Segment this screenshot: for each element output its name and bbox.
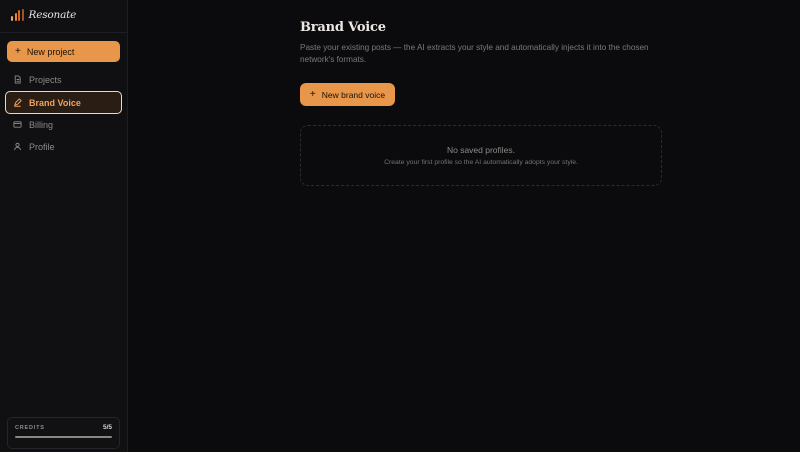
app-shell: Resonate + New project Projects Brand Vo… [0, 0, 800, 452]
new-project-button[interactable]: + New project [7, 41, 120, 62]
app-name: Resonate [28, 9, 77, 21]
sidebar-item-brand-voice[interactable]: Brand Voice [5, 91, 122, 114]
brand[interactable]: Resonate [11, 9, 76, 21]
empty-state-subtitle: Create your first profile so the AI auto… [384, 159, 578, 166]
credits-progress-fill [15, 436, 112, 438]
credits-header: CREDITS 5/5 [15, 424, 112, 431]
sidebar-item-label: Brand Voice [29, 97, 81, 108]
pen-icon [14, 98, 22, 107]
empty-state-title: No saved profiles. [446, 145, 516, 155]
main-content: Brand Voice Paste your existing posts — … [128, 0, 800, 452]
sidebar-item-label: Projects [29, 74, 62, 85]
sidebar-item-label: Profile [29, 141, 55, 152]
empty-state-card: No saved profiles. Create your first pro… [300, 125, 662, 186]
sidebar: Resonate + New project Projects Brand Vo… [0, 0, 128, 452]
page-description: Paste your existing posts — the AI extra… [300, 43, 649, 64]
sidebar-nav: Projects Brand Voice Billing Profile [5, 69, 122, 158]
plus-icon: + [309, 88, 316, 100]
resonate-logo-icon [11, 9, 24, 21]
sidebar-divider [0, 32, 127, 33]
document-icon [14, 75, 21, 84]
new-brand-voice-button[interactable]: + New brand voice [300, 83, 395, 106]
credits-label: CREDITS [15, 424, 45, 431]
credits-value: 5/5 [102, 424, 112, 431]
new-brand-voice-label: New brand voice [321, 89, 386, 100]
sidebar-item-billing[interactable]: Billing [5, 114, 122, 135]
plus-icon: + [15, 45, 21, 57]
credits-progress-bar [15, 436, 112, 438]
new-project-label: New project [26, 46, 75, 57]
sidebar-item-label: Billing [29, 119, 54, 130]
page-title: Brand Voice [300, 20, 386, 35]
credits-panel: CREDITS 5/5 [7, 417, 120, 449]
credit-card-icon [13, 121, 22, 128]
sidebar-item-projects[interactable]: Projects [5, 69, 122, 90]
sidebar-item-profile[interactable]: Profile [5, 136, 122, 157]
user-icon [14, 142, 21, 151]
